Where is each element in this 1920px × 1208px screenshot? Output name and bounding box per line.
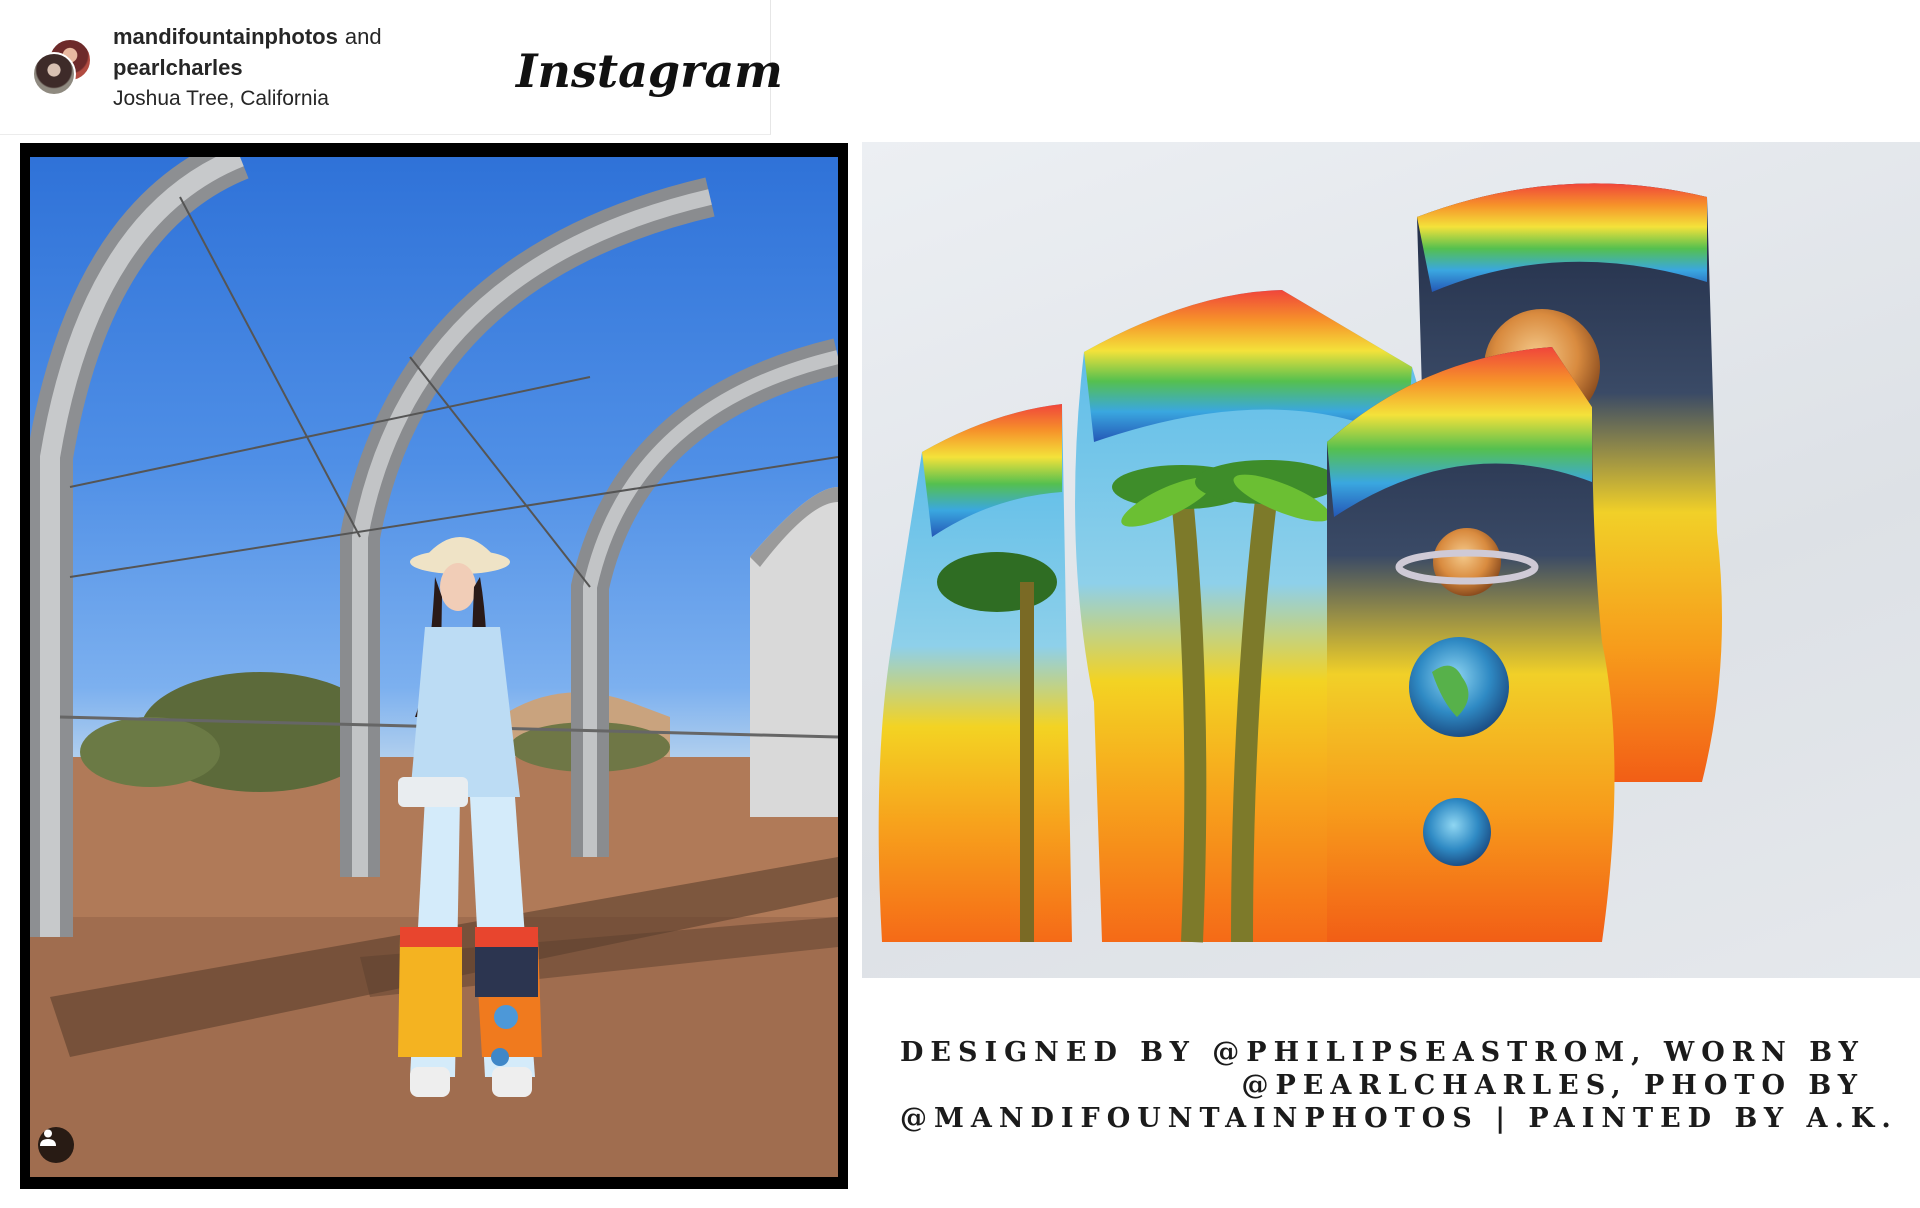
photo-scene [30,157,838,1177]
painted-panels-photo[interactable] [862,142,1920,978]
account-link-primary[interactable]: mandifountainphotos [113,24,338,49]
avatar-mandifountainphotos[interactable] [32,52,76,96]
photo-credit-caption: DESIGNED BY @PHILIPSEASTROM, WORN BY @PE… [900,1036,1898,1135]
caption-line-1: DESIGNED BY @PHILIPSEASTROM, WORN BY [900,1037,1865,1068]
post-photo-frame [20,143,848,1189]
account-line-1: mandifountainphotos and [113,24,382,50]
account-link-secondary[interactable]: pearlcharles [113,55,243,80]
caption-line-2: @PEARLCHARLES, PHOTO BY [1241,1070,1864,1101]
caption-line-3: @MANDIFOUNTAINPHOTOS | PAINTED BY A.K. [900,1103,1898,1134]
instagram-logo[interactable]: Instagram [516,44,783,98]
painted-panels-art [878,183,1722,943]
post-header: mandifountainphotos and pearlcharles Josh… [0,0,783,135]
account-avatars[interactable] [32,38,96,100]
person-icon [40,1129,56,1146]
account-joiner: and [344,24,382,49]
post-photo[interactable] [30,157,838,1177]
location-link[interactable]: Joshua Tree, California [113,87,329,111]
user-tag-icon[interactable] [38,1127,74,1163]
account-line-2: pearlcharles [113,55,243,81]
